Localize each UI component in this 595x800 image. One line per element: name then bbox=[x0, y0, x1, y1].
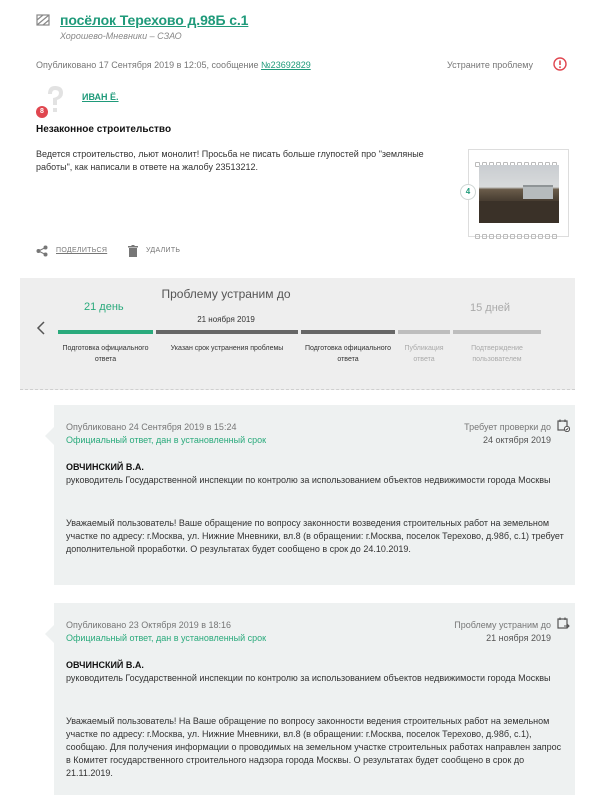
timeline-step-label: Подготовка официального ответа bbox=[62, 345, 149, 363]
answer-deadline-date: 21 ноября 2019 bbox=[486, 633, 551, 643]
construction-photo bbox=[479, 165, 559, 223]
answer-published-date: Опубликовано 24 Сентября 2019 в 15:24 bbox=[66, 422, 237, 432]
user-level-badge: 8 bbox=[36, 106, 48, 118]
official-answer-card: Опубликовано 24 Сентября 2019 в 15:24 Оф… bbox=[45, 405, 575, 585]
answer-author: ОВЧИНСКИЙ В.А. bbox=[66, 462, 144, 472]
film-strip-top bbox=[475, 154, 562, 167]
timeline-deadline-title: Проблему устраним до bbox=[161, 287, 291, 301]
district-label: Хорошево-Мневники – СЗАО bbox=[60, 31, 182, 41]
timeline-bar-step-2 bbox=[156, 330, 298, 334]
timeline-bar-step-3 bbox=[301, 330, 395, 334]
film-strip-bottom bbox=[475, 226, 562, 239]
problem-description: Ведется строительство, льют монолит! Про… bbox=[36, 149, 424, 172]
message-number-link[interactable]: №23692829 bbox=[261, 60, 311, 70]
answer-body: Уважаемый пользователь! Ваше обращение п… bbox=[66, 518, 564, 554]
timeline-step-label: Публикация ответа bbox=[404, 345, 444, 363]
timeline-bar-step-4 bbox=[398, 330, 450, 334]
answer-status: Официальный ответ, дан в установленный с… bbox=[66, 435, 267, 445]
answer-published-date: Опубликовано 23 Октября 2019 в 18:16 bbox=[66, 620, 232, 630]
official-answer-card: Опубликовано 23 Октября 2019 в 18:16 Офи… bbox=[45, 603, 575, 795]
timeline-bar-step-1 bbox=[58, 330, 153, 334]
author-name-link[interactable]: ИВАН Ё. bbox=[82, 92, 119, 102]
timeline-days-remaining: 15 дней bbox=[470, 302, 511, 314]
problem-title: Незаконное строительство bbox=[36, 124, 172, 135]
timeline-step-label: Подтверждение пользователем bbox=[471, 345, 523, 363]
published-info: Опубликовано 17 Сентября 2019 в 12:05, с… bbox=[36, 60, 311, 70]
construction-category-icon bbox=[36, 14, 50, 26]
timeline-step-label: Указан срок устранения проблемы bbox=[170, 345, 284, 352]
answer-deadline-label: Проблему устраним до bbox=[454, 620, 551, 630]
chevron-left-icon[interactable] bbox=[36, 321, 46, 335]
timeline-bar-step-5 bbox=[453, 330, 541, 334]
answer-author: ОВЧИНСКИЙ В.А. bbox=[66, 660, 144, 670]
address-link[interactable]: посёлок Терехово д.98Б с.1 bbox=[60, 12, 248, 28]
share-icon[interactable] bbox=[36, 245, 48, 257]
timeline-step-label: Подготовка официального ответа bbox=[305, 345, 391, 363]
fix-problem-link[interactable]: Устраните проблему bbox=[447, 60, 533, 70]
delete-button[interactable]: УДАЛИТЬ bbox=[146, 247, 180, 254]
timeline-deadline-date: 21 ноября 2019 bbox=[197, 315, 255, 324]
answer-author-role: руководитель Государственной инспекции п… bbox=[66, 673, 551, 683]
answer-body: Уважаемый пользователь! На Ваше обращени… bbox=[66, 716, 562, 778]
answer-status: Официальный ответ, дан в установленный с… bbox=[66, 633, 267, 643]
published-text: Опубликовано 17 Сентября 2019 в 12:05, с… bbox=[36, 60, 262, 70]
answer-deadline-date: 24 октября 2019 bbox=[482, 435, 551, 445]
share-button[interactable]: ПОДЕЛИТЬСЯ bbox=[56, 247, 107, 254]
answer-author-role: руководитель Государственной инспекции п… bbox=[66, 475, 551, 485]
answer-deadline-label: Требует проверки до bbox=[464, 422, 551, 432]
timeline-days-elapsed: 21 день bbox=[84, 301, 124, 313]
calendar-arrow-icon bbox=[557, 617, 570, 629]
photo-count-badge[interactable]: 4 bbox=[460, 184, 476, 200]
photo-thumbnail[interactable] bbox=[468, 149, 569, 239]
calendar-check-icon bbox=[557, 419, 570, 432]
progress-timeline bbox=[20, 278, 575, 390]
trash-icon[interactable] bbox=[128, 245, 138, 257]
warning-icon[interactable] bbox=[553, 57, 567, 71]
